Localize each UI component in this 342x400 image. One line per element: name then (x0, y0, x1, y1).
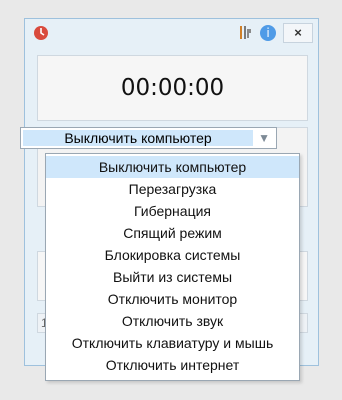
dropdown-option-shutdown[interactable]: Выключить компьютер (46, 156, 299, 178)
svg-text:i: i (266, 26, 269, 40)
dropdown-option-log-off[interactable]: Выйти из системы (46, 266, 299, 288)
timer-display: 00:00:00 (120, 75, 225, 101)
action-select[interactable]: Выключить компьютер ▼ (20, 127, 277, 149)
action-dropdown-list: Выключить компьютер Перезагрузка Гиберна… (45, 153, 300, 381)
timer-panel: 00:00:00 (37, 55, 308, 121)
action-select-value: Выключить компьютер (23, 130, 253, 146)
dropdown-option-hibernate[interactable]: Гибернация (46, 200, 299, 222)
help-icon[interactable]: i (259, 24, 277, 42)
dropdown-option-monitor-off[interactable]: Отключить монитор (46, 288, 299, 310)
dropdown-option-restart[interactable]: Перезагрузка (46, 178, 299, 200)
app-icon (34, 26, 48, 40)
dropdown-option-mute-sound[interactable]: Отключить звук (46, 310, 299, 332)
titlebar: i × (25, 19, 318, 47)
dropdown-option-sleep[interactable]: Спящий режим (46, 222, 299, 244)
dropdown-option-disable-internet[interactable]: Отключить интернет (46, 354, 299, 376)
tools-icon[interactable] (238, 24, 254, 42)
chevron-down-icon[interactable]: ▼ (258, 130, 270, 146)
dropdown-option-disable-input[interactable]: Отключить клавиатуру и мышь (46, 332, 299, 354)
close-button[interactable]: × (283, 23, 313, 43)
dropdown-option-lock-system[interactable]: Блокировка системы (46, 244, 299, 266)
